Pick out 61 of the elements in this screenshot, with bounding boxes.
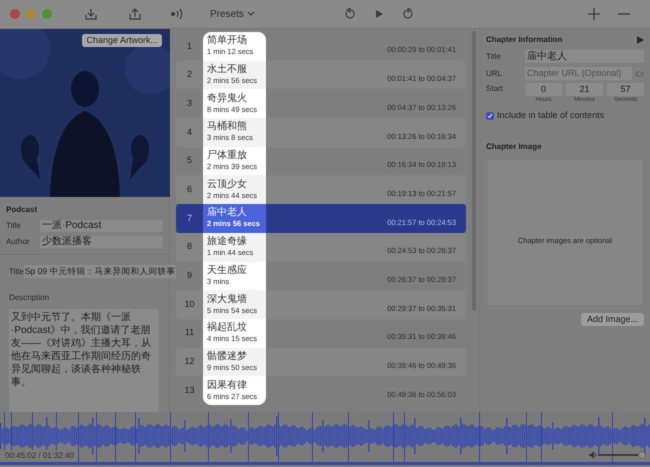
field-label: Title (486, 50, 502, 62)
text-field[interactable]: 一派·Podcast (40, 220, 163, 232)
chapter-title-field[interactable]: 庙中老人 (525, 50, 644, 63)
caret-icon (246, 11, 255, 17)
chapter-number: 2 (186, 68, 193, 82)
playback-time: 00:45:02 / 01:32:40 (3, 450, 76, 462)
rewind-icon[interactable] (344, 8, 356, 20)
field-label: Start (486, 83, 504, 95)
section-heading: Chapter Image (486, 140, 543, 152)
section-heading: Chapter Information (486, 34, 562, 46)
chapter-title: 简单开场 (207, 35, 248, 48)
add-image-button[interactable]: Add Image... (580, 312, 644, 326)
slider-thumb[interactable] (638, 451, 646, 459)
chapter-number: 8 (186, 240, 193, 254)
chapter-number: 9 (186, 269, 193, 282)
add-icon[interactable] (588, 8, 600, 20)
chapter-number: 5 (186, 154, 193, 168)
play-icon[interactable] (374, 9, 384, 19)
checkbox-label: Include in table of contents (497, 109, 604, 122)
chapter-title: 骷髅迷梦 (207, 350, 248, 363)
play-icon[interactable] (637, 36, 644, 44)
chapter-number: 10 (183, 298, 196, 311)
chapter-title: 因果有律 (207, 380, 248, 392)
chapter-title: 庙中老人 (207, 207, 248, 220)
time-field[interactable]: 0 (525, 83, 562, 96)
chapter-title: 奇异鬼火 (207, 92, 248, 105)
chapter-number: 1 (186, 40, 193, 53)
time-field[interactable]: 57 (607, 83, 644, 96)
field-label: Author (6, 236, 31, 248)
field-label: Description (9, 292, 50, 304)
forward-icon[interactable] (402, 8, 414, 20)
chapter-title: 旅途奇缘 (207, 236, 248, 248)
field-label: Title (6, 220, 22, 232)
description-field[interactable]: 又到中元节了。本期《一派·Podcast》中，我们邀请了老朋友——《对讲鸡》主播大耳，从他在马来西亚工作期间经历的奇异见闻聊起，谈谈各种神秘轶事。 (9, 309, 158, 413)
change-artwork-button[interactable]: Change Artwork... (82, 34, 162, 47)
time-field[interactable]: 21 (566, 83, 603, 96)
volume-icon[interactable] (589, 451, 597, 459)
text-field[interactable]: 少数派播客 (40, 236, 163, 248)
episode-title-field[interactable]: Sp 09 中元特辑：马来异闻和人间轶事 (24, 265, 176, 278)
checkbox[interactable] (486, 112, 494, 120)
chapter-number: 6 (186, 183, 193, 196)
chapter-title: 尸体重放 (207, 150, 248, 162)
chapter-number: 11 (184, 326, 196, 340)
chapter-title: 祸起乱坟 (207, 322, 248, 334)
download-icon[interactable] (84, 7, 98, 21)
chapter-title: 云顶少女 (207, 178, 248, 191)
url-field[interactable]: Chapter URL (Optional) (525, 67, 632, 80)
chapter-number: 4 (186, 126, 193, 139)
section-heading: Podcast (6, 204, 38, 216)
field-label: URL (486, 68, 504, 80)
chapter-title: 深大鬼墙 (207, 294, 248, 306)
chapter-title: 天生感应 (207, 264, 248, 277)
chapter-number: 7 (186, 212, 193, 225)
presets-dropdown[interactable]: Presets (206, 4, 259, 24)
chapter-number: 12 (183, 355, 196, 368)
chapter-title: 马桶和熊 (207, 121, 248, 134)
share-icon[interactable] (128, 7, 142, 21)
chapter-number: 13 (183, 384, 196, 397)
chapter-number: 3 (186, 96, 193, 110)
field-label: Title (9, 266, 24, 278)
chapter-title: 水土不服 (207, 64, 248, 76)
